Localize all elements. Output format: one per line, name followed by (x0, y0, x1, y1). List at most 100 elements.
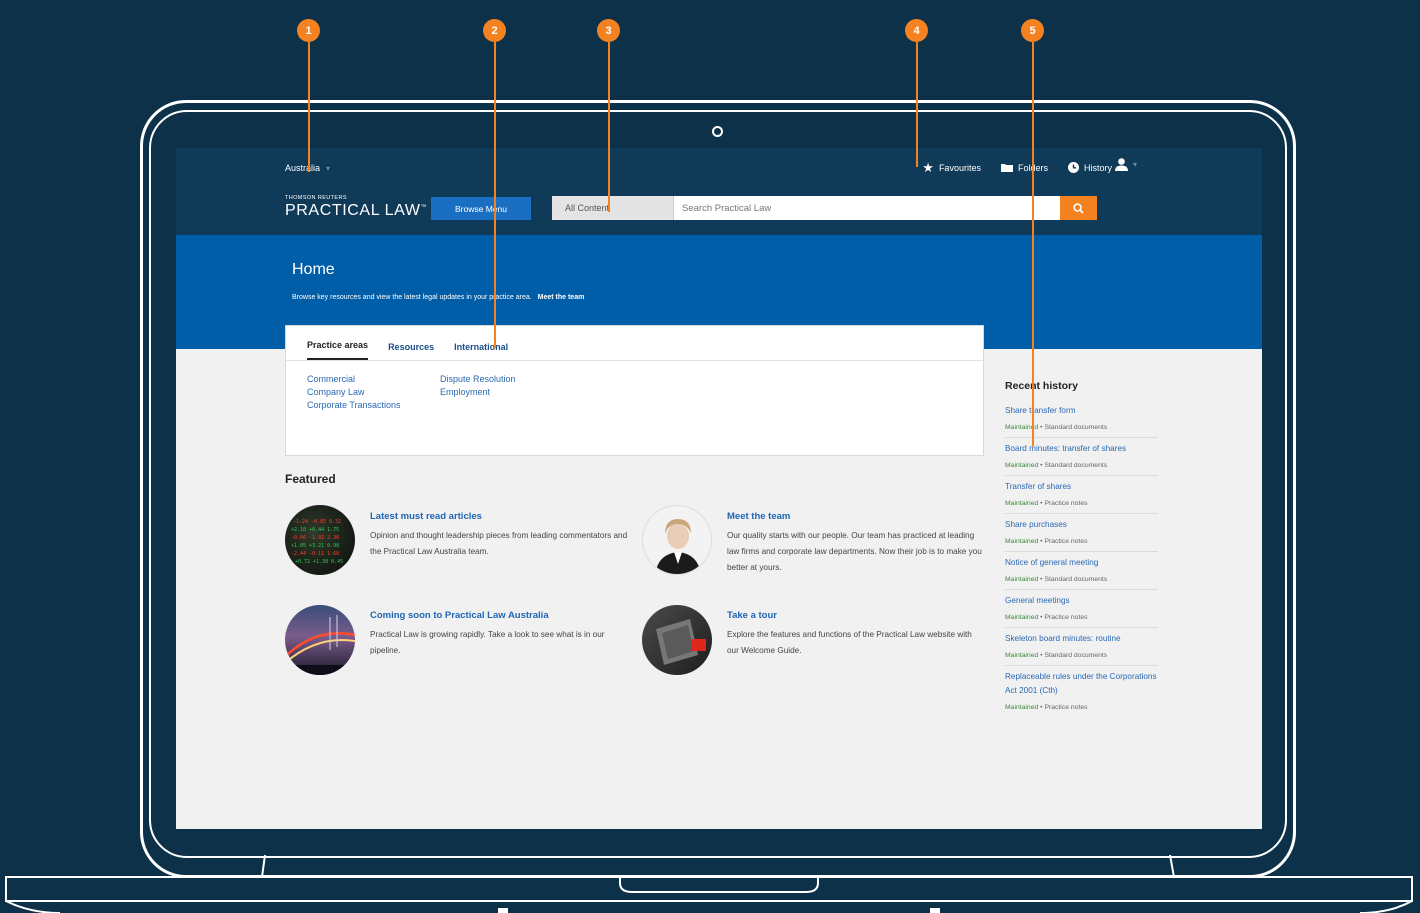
history-item-link[interactable]: Notice of general meeting (1005, 556, 1158, 570)
tab-practice-areas[interactable]: Practice areas (307, 340, 369, 360)
guide-graphic (656, 619, 706, 665)
practice-area-link[interactable]: Commercial (307, 374, 401, 384)
person-portrait-graphic (655, 519, 701, 574)
region-label: Australia (285, 163, 321, 173)
status-badge: Maintained (1005, 538, 1039, 545)
status-badge: Maintained (1005, 462, 1039, 469)
history-item-link[interactable]: Share purchases (1005, 518, 1158, 532)
history-label: History (1083, 162, 1112, 173)
status-badge: Maintained (1005, 576, 1039, 583)
search-bar: All Content ⓘ (552, 196, 1097, 220)
list-item: Share purchases Maintained • Practice no… (1005, 514, 1158, 552)
document-type: Practice notes (1044, 614, 1088, 621)
bridge-night-image[interactable] (285, 605, 355, 675)
tab-resources[interactable]: Resources (388, 342, 434, 360)
folder-icon (1000, 164, 1013, 172)
practice-area-link[interactable]: Corporate Transactions (307, 400, 401, 410)
callout-line-5 (1032, 42, 1034, 446)
featured-heading: Featured (285, 472, 336, 486)
page-title: Home (292, 261, 335, 278)
laptop-base (5, 854, 1413, 913)
favourites-link[interactable]: ★ Favourites (922, 161, 981, 174)
practice-areas-panel: Practice areas Resources International C… (285, 325, 984, 456)
list-item: General meetings Maintained • Practice n… (1005, 590, 1158, 628)
history-item-link[interactable]: Share transfer form (1005, 404, 1158, 418)
callout-badge-2: 2 (483, 19, 506, 42)
practice-area-link[interactable]: Dispute Resolution (440, 374, 516, 384)
history-item-link[interactable]: Board minutes: transfer of shares (1005, 442, 1158, 456)
tab-bar: Practice areas Resources International (286, 326, 983, 361)
document-type: Standard documents (1044, 652, 1108, 659)
recent-history-heading: Recent history (1005, 380, 1078, 392)
list-item: Skeleton board minutes: routine Maintain… (1005, 628, 1158, 666)
search-icon (1073, 202, 1084, 214)
featured-description: Our quality starts with our people. Our … (727, 531, 982, 572)
featured-title[interactable]: Take a tour (727, 610, 777, 621)
search-button[interactable] (1060, 196, 1097, 220)
featured-description: Explore the features and functions of th… (727, 630, 972, 655)
featured-title[interactable]: Meet the team (727, 511, 790, 522)
brand-tagline: THOMSON REUTERS (285, 195, 347, 201)
practice-areas-column-2: Dispute Resolution Employment (440, 374, 516, 397)
practice-area-link[interactable]: Employment (440, 387, 516, 397)
tab-international[interactable]: International (454, 342, 508, 360)
status-badge: Maintained (1005, 614, 1039, 621)
history-item-link[interactable]: General meetings (1005, 594, 1158, 608)
search-input[interactable] (674, 196, 1075, 220)
history-item-meta: Maintained • Standard documents (1005, 424, 1108, 431)
logo-trademark: ™ (420, 204, 428, 211)
svg-text:-0.66 -1.92 2.30: -0.66 -1.92 2.30 (291, 535, 339, 541)
history-item-meta: Maintained • Standard documents (1005, 652, 1108, 659)
status-badge: Maintained (1005, 704, 1039, 711)
callout-badge-1: 1 (297, 19, 320, 42)
status-badge: Maintained (1005, 652, 1039, 659)
stock-ticker-image[interactable]: -1.24 -0.85 0.32 +2.10 +0.44 1.75 -0.66 … (285, 505, 355, 575)
featured-title[interactable]: Coming soon to Practical Law Australia (370, 610, 549, 621)
practice-areas-column-1: Commercial Company Law Corporate Transac… (307, 374, 401, 410)
list-item: Share transfer form Maintained • Standar… (1005, 400, 1158, 438)
history-item-link[interactable]: Transfer of shares (1005, 480, 1158, 494)
svg-text:+1.05 +3.21 0.98: +1.05 +3.21 0.98 (291, 543, 339, 549)
featured-description: Practical Law is growing rapidly. Take a… (370, 630, 605, 655)
favourites-label: Favourites (938, 162, 981, 173)
history-item-link[interactable]: Replaceable rules under the Corporations… (1005, 670, 1158, 698)
logo-text: PRACTICAL LAW (285, 202, 421, 219)
webcam-icon (712, 126, 723, 137)
user-menu[interactable]: ▾ (1115, 158, 1137, 171)
stock-ticker-graphic: -1.24 -0.85 0.32 +2.10 +0.44 1.75 -0.66 … (291, 519, 343, 565)
callout-badge-5: 5 (1021, 19, 1044, 42)
practical-law-logo[interactable]: PRACTICAL LAW™ (285, 202, 427, 220)
document-type: Practice notes (1044, 538, 1088, 545)
history-item-link[interactable]: Skeleton board minutes: routine (1005, 632, 1158, 646)
callout-line-2 (494, 42, 496, 348)
team-member-photo[interactable] (642, 505, 712, 575)
practice-area-link[interactable]: Company Law (307, 387, 401, 397)
hero-subtitle: Browse key resources and view the latest… (292, 294, 584, 301)
chevron-down-icon: ▾ (326, 164, 331, 173)
document-type: Practice notes (1044, 500, 1088, 507)
history-item-meta: Maintained • Practice notes (1005, 614, 1088, 621)
document-type: Practice notes (1044, 704, 1088, 711)
search-scope-selector[interactable]: All Content (552, 196, 674, 220)
status-badge: Maintained (1005, 500, 1039, 507)
history-item-meta: Maintained • Standard documents (1005, 462, 1108, 469)
document-type: Standard documents (1044, 576, 1108, 583)
list-item: Replaceable rules under the Corporations… (1005, 666, 1158, 717)
screen: Australia▾ ★ Favourites Folders History … (176, 148, 1262, 829)
folders-link[interactable]: Folders (1000, 163, 1048, 173)
browse-menu-button[interactable]: Browse Menu (431, 197, 531, 220)
history-link[interactable]: History (1067, 162, 1112, 173)
svg-text:+2.10 +0.44 1.75: +2.10 +0.44 1.75 (291, 527, 339, 533)
star-icon: ★ (922, 160, 934, 175)
list-item: Board minutes: transfer of shares Mainta… (1005, 438, 1158, 476)
callout-badge-3: 3 (597, 19, 620, 42)
svg-text:-1.24 -0.85 0.32: -1.24 -0.85 0.32 (293, 519, 341, 525)
list-item: Transfer of shares Maintained • Practice… (1005, 476, 1158, 514)
user-icon (1115, 158, 1128, 171)
document-type: Standard documents (1044, 462, 1108, 469)
featured-title[interactable]: Latest must read articles (370, 511, 482, 522)
tour-image[interactable] (642, 605, 712, 675)
history-item-meta: Maintained • Practice notes (1005, 500, 1088, 507)
meet-the-team-link[interactable]: Meet the team (538, 294, 585, 301)
light-trails-graphic (285, 615, 355, 675)
